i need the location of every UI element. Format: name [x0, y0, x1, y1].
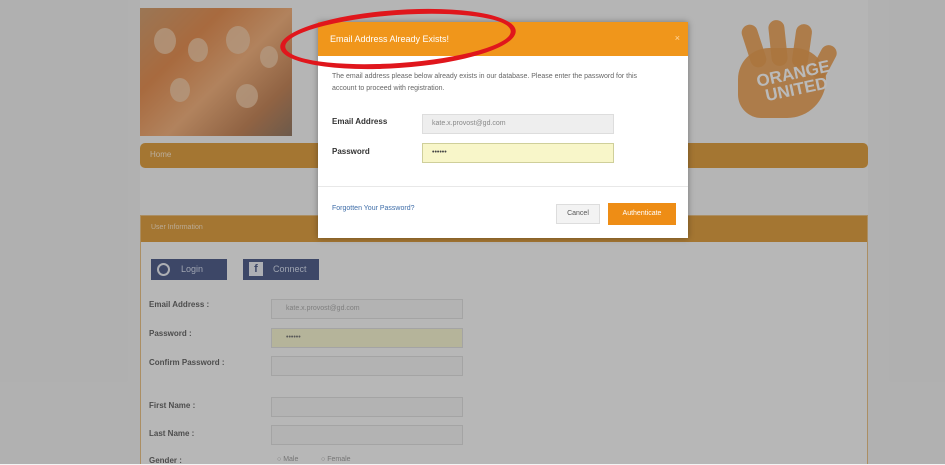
dialog-message: The email address please below already e…	[332, 73, 638, 92]
close-icon[interactable]: ×	[675, 33, 680, 43]
dialog-email-label: Email Address	[332, 117, 388, 126]
dialog-password-field[interactable]: ••••••	[422, 143, 614, 163]
authenticate-button[interactable]: Authenticate	[608, 203, 676, 225]
dialog-email-field[interactable]: kate.x.provost@gd.com	[422, 114, 614, 134]
forgot-password-link[interactable]: Forgotten Your Password?	[332, 205, 415, 212]
cancel-button[interactable]: Cancel	[556, 204, 600, 224]
dialog-password-label: Password	[332, 147, 370, 156]
dialog-divider	[318, 186, 688, 187]
